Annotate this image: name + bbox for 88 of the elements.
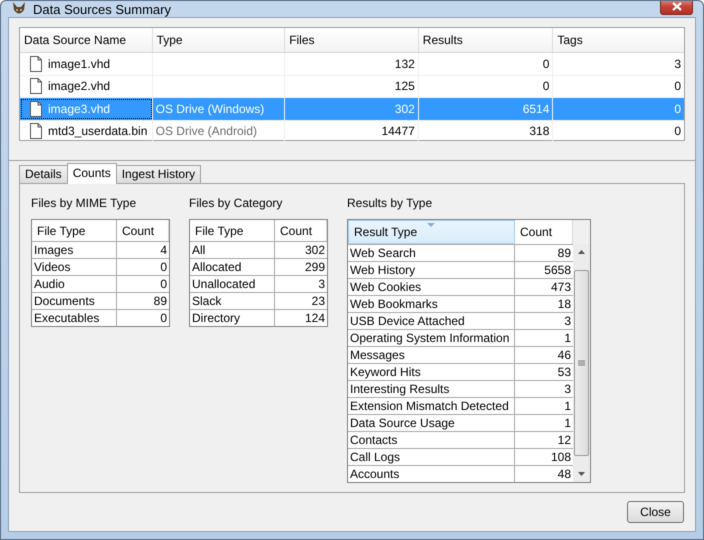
table-cell: image3.vhd [48,102,110,116]
table-cell: Web Cookies [348,279,515,295]
file-icon [30,56,42,72]
table-row[interactable]: image1.vhd 132 0 3 [20,53,684,76]
tab[interactable]: Details [19,165,68,183]
table-cell: 302 [394,102,415,116]
column-header[interactable]: File Type [190,220,275,241]
column-header[interactable]: Data Source Name [20,28,153,52]
table-cell: Web History [348,262,515,278]
table-cell: 132 [394,56,415,71]
table-cell: Messages [348,347,515,363]
section-title: Results by Type [347,196,434,210]
table-cell: 0 [542,56,550,71]
table-cell: Extension Mismatch Detected [348,398,515,414]
table-cell: 0 [542,79,550,94]
table-cell: Allocated [190,259,275,275]
scroll-up-icon [578,250,585,254]
scrollbar-thumb[interactable] [574,270,589,456]
scrollbar[interactable] [573,244,590,482]
table-cell: Documents [32,293,117,309]
table-cell: 5658 [515,262,573,278]
table-cell: USB Device Attached [348,313,515,329]
table-cell: Audio [32,276,117,292]
section-title: Files by Category [189,196,284,210]
table-cell: 53 [515,364,573,380]
column-header[interactable]: Result Type [348,220,515,244]
table-cell: 3 [515,313,573,329]
table-cell: All [190,242,275,258]
table-cell: 318 [529,124,550,138]
table-cell: Videos [32,259,117,275]
file-icon [30,100,42,117]
table-cell: 1 [515,415,573,431]
column-header[interactable]: Count [117,220,169,241]
table-cell: OS Drive (Android) [156,124,257,138]
column-header[interactable]: Results [418,28,554,52]
tab[interactable]: Ingest History [116,165,202,183]
table-cell: 46 [515,347,573,363]
close-button[interactable] [660,1,693,15]
table-cell: 89 [515,245,573,261]
table-cell: Web Bookmarks [348,296,515,312]
table-cell: Interesting Results [348,381,515,397]
section-title: Files by MIME Type [31,196,138,210]
table-cell: 0 [674,102,681,116]
column-header[interactable]: Count [275,220,327,241]
table-cell: image1.vhd [48,56,110,71]
table-cell: Operating System Information [348,330,515,346]
file-icon [30,78,42,94]
scroll-down-icon [578,472,585,476]
tab[interactable]: Counts [66,163,117,184]
table-cell: 1 [515,330,573,346]
table-cell: 108 [515,449,573,465]
table-cell: 12 [515,432,573,448]
table-cell: 473 [515,279,573,295]
table-cell: 3 [674,56,681,71]
table-cell: 3 [515,381,573,397]
table-cell: 14477 [381,124,415,138]
table-cell: Web Search [348,245,515,261]
sort-arrow-icon [427,223,435,227]
table-cell: image2.vhd [48,79,110,94]
column-header[interactable]: Type [152,28,286,52]
column-header[interactable]: Tags [553,28,684,52]
table-cell: Executables [32,310,117,326]
table-row[interactable]: mtd3_userdata.bin OS Drive (Android) 14477 318 0 [20,120,684,143]
grip-icon [578,360,585,366]
table-cell: OS Drive (Windows) [156,102,264,116]
table-cell: 18 [515,296,573,312]
table-cell: 6514 [522,102,550,116]
column-header[interactable]: Files [285,28,419,52]
window-title: Data Sources Summary [33,2,171,16]
table-cell: Call Logs [348,449,515,465]
table-cell: 0 [674,124,681,138]
table-cell: mtd3_userdata.bin [48,124,148,138]
table-cell: 0 [674,79,681,94]
table-cell: Slack [190,293,275,309]
table-cell: 48 [515,466,573,482]
close-icon [672,2,682,10]
close-button[interactable]: Close [627,501,684,523]
table-cell: Contacts [348,432,515,448]
column-header[interactable]: File Type [32,220,117,241]
table-cell: Unallocated [190,276,275,292]
table-cell: Images [32,242,117,258]
column-header[interactable]: Count [515,220,573,244]
table-cell: Accounts [348,466,515,482]
table-cell: Data Source Usage [348,415,515,431]
table-cell: Keyword Hits [348,364,515,380]
table-cell: Directory [190,310,275,326]
table-cell: 125 [394,79,415,94]
table-cell: 1 [515,398,573,414]
